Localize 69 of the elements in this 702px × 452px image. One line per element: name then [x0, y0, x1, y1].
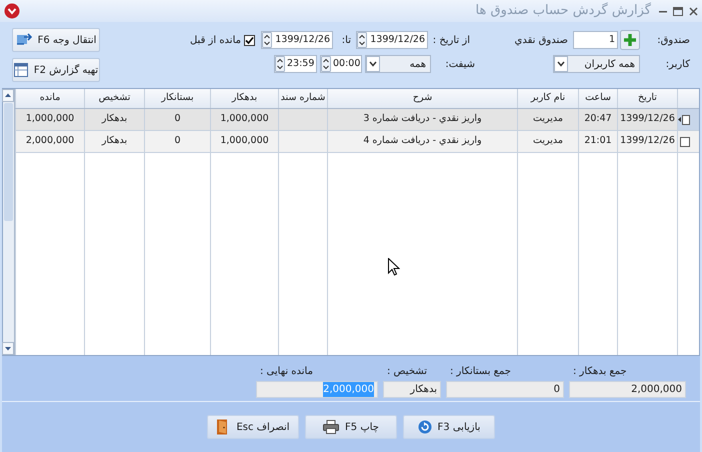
table-cell-text: 1399/12/26 — [620, 112, 675, 126]
refresh-icon — [418, 420, 432, 434]
column-header[interactable]: بدهکار — [210, 89, 278, 108]
table-cell-text: 0 — [174, 112, 181, 126]
total-field[interactable]: 2,000,000 — [569, 381, 686, 398]
field-label: کاربر: — [664, 58, 690, 72]
column-header[interactable]: تاریخ — [617, 89, 677, 108]
table-cell-text: 1,000,000 — [220, 134, 269, 148]
table-cell-text: 1399/12/26 — [620, 134, 675, 148]
column-header[interactable]: ساعت — [578, 89, 617, 108]
app-logo-icon — [4, 3, 20, 19]
table-cell-text: مدیریت — [533, 134, 563, 148]
spin-buttons-icon — [275, 56, 285, 72]
table-cell-text: 0 — [174, 134, 181, 148]
add-icon — [620, 30, 640, 50]
table-cell-text: واریز نقدي - دریافت شماره 3 — [363, 112, 482, 126]
table-cell-text: واریز نقدي - دریافت شماره 4 — [363, 134, 482, 148]
date-field[interactable]: 1399/12/26 — [356, 31, 428, 49]
field-label: صندوق: — [656, 34, 690, 48]
table-cell-text: مدیریت — [533, 112, 563, 126]
checkbox[interactable] — [682, 114, 690, 124]
total-label: جمع بدهکار : — [572, 365, 627, 379]
shift-dropdown[interactable]: همه — [365, 55, 431, 73]
table-cell-text: بدهکار — [102, 134, 128, 148]
mouse-cursor-icon — [388, 258, 400, 276]
user-dropdown[interactable]: همه کاربران — [553, 55, 640, 73]
column-header[interactable]: تشخیص — [84, 89, 144, 108]
printer-icon — [323, 420, 340, 434]
table-icon — [14, 63, 28, 77]
column-header[interactable]: شرح — [327, 89, 517, 108]
date-field[interactable]: 1399/12/26 — [261, 31, 333, 49]
field-label: شیفت: — [444, 58, 475, 72]
total-label: مانده نهایی : — [259, 365, 313, 379]
total-label: جمع بستانکار : — [449, 365, 511, 379]
column-header[interactable]: بستانکار — [144, 89, 210, 108]
fund-number-field[interactable]: 1 — [573, 31, 618, 49]
row-pointer-icon — [678, 116, 681, 123]
table-cell-text: بدهکار — [102, 112, 128, 126]
maximize-icon — [673, 6, 683, 16]
field-label: تا: — [340, 34, 351, 48]
button[interactable]: چاپ F5 — [305, 415, 397, 439]
table-cell-text: 20:47 — [584, 112, 612, 126]
transfer-icon — [16, 33, 32, 47]
table-cell-text: 1,000,000 — [220, 112, 269, 126]
close-icon — [689, 6, 698, 16]
button[interactable]: تهیه گزارش F2 — [12, 58, 100, 82]
window-title: گزارش گردش حساب صندوق ها — [476, 2, 651, 20]
time-field[interactable]: 00:00 — [320, 55, 362, 73]
checkbox-label: مانده از قبل — [190, 34, 241, 48]
time-field[interactable]: 23:59 — [274, 55, 317, 73]
button[interactable]: انتقال وجه F6 — [12, 28, 100, 52]
button[interactable]: انصراف Esc — [207, 415, 299, 439]
table-cell-text: 21:01 — [584, 134, 612, 148]
fund-name: صندوق نقدي — [514, 34, 568, 48]
table-cell-text: 2,000,000 — [26, 134, 74, 148]
spin-buttons-icon — [357, 32, 367, 48]
total-label: تشخیص : — [386, 365, 427, 379]
table-cell-text: 1,000,000 — [26, 112, 74, 126]
total-field[interactable]: 0 — [446, 381, 564, 398]
column-header[interactable]: شماره سند — [278, 89, 327, 108]
spin-buttons-icon — [262, 32, 272, 48]
column-header[interactable]: نام کاربر — [517, 89, 578, 108]
checkbox[interactable] — [244, 34, 255, 46]
scrollbar[interactable] — [3, 89, 15, 355]
button[interactable]: بازیابی F3 — [403, 415, 495, 439]
field-label: از تاریخ : — [432, 34, 470, 48]
total-field[interactable]: بدهکار — [383, 381, 441, 398]
checkbox[interactable] — [680, 136, 690, 146]
spin-buttons-icon — [321, 56, 331, 72]
